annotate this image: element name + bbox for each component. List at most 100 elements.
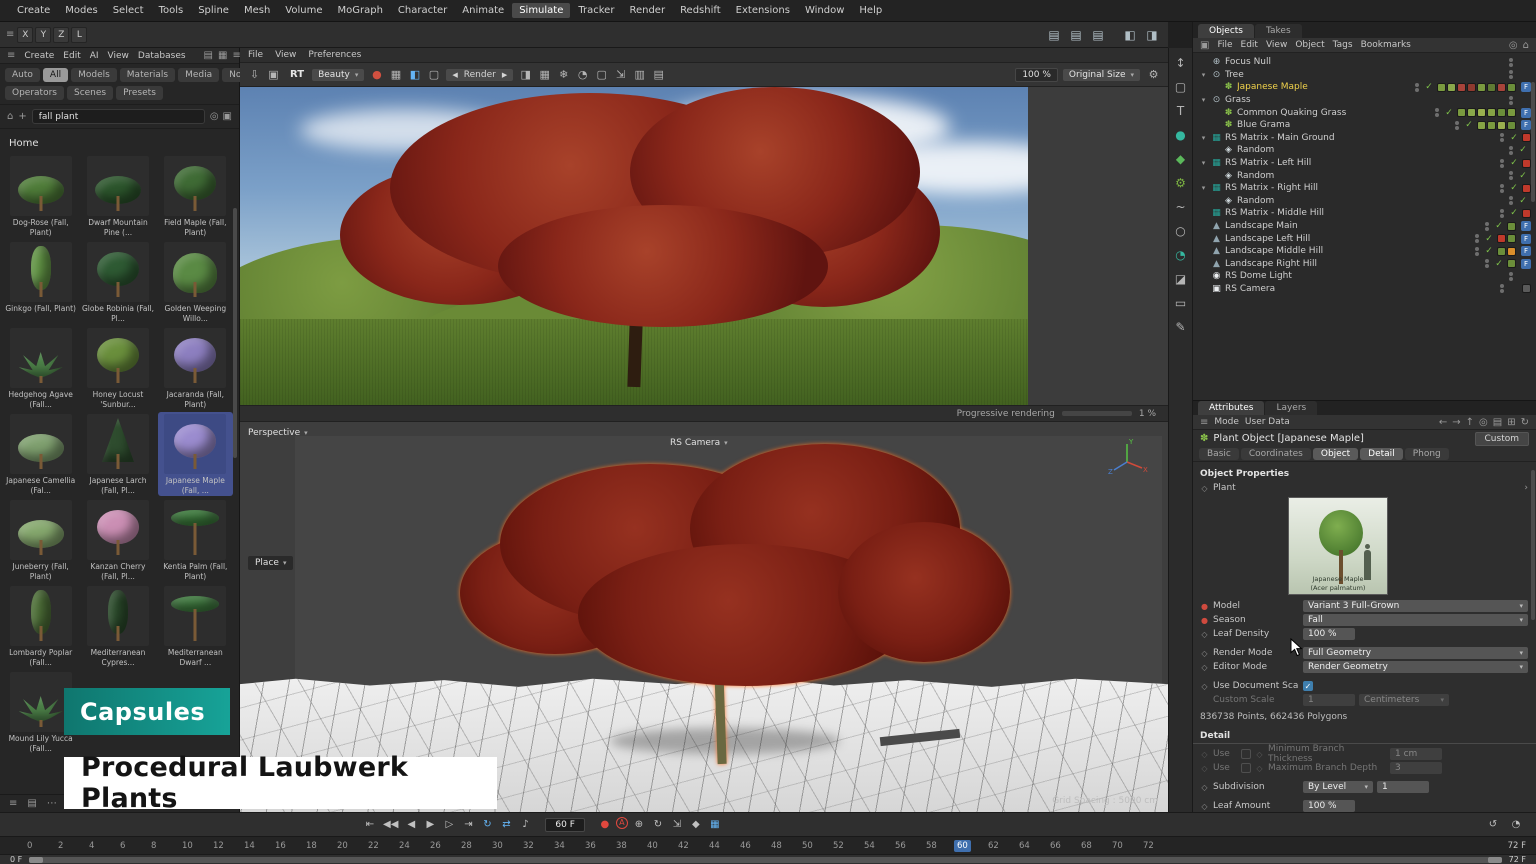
viewport-view-menu[interactable]: Perspective	[248, 428, 308, 438]
record-scale-button[interactable]: ⇲	[669, 817, 685, 833]
browser-menu-item[interactable]: View	[108, 51, 129, 61]
render-view-menu-item[interactable]: Preferences	[308, 50, 361, 60]
property-tab[interactable]: Phong	[1405, 448, 1449, 460]
frame-number[interactable]: 46	[737, 841, 768, 851]
enabled-check-icon[interactable]: ✓	[1509, 208, 1519, 218]
menu-item[interactable]: Spline	[191, 3, 236, 18]
frame-number[interactable]: 6	[117, 841, 148, 851]
render-view-icon[interactable]: ▤	[1044, 25, 1064, 45]
manager-menu-item[interactable]: Bookmarks	[1361, 40, 1411, 50]
prev-frame-button[interactable]: ◀	[403, 817, 419, 833]
plant-preview[interactable]: Japanese Maple(Acer palmatum)	[1288, 497, 1388, 595]
attributes-tab[interactable]: Layers	[1265, 401, 1317, 415]
material-tag[interactable]	[1467, 108, 1476, 117]
frame-number[interactable]: 30	[489, 841, 520, 851]
use-min-branch-checkbox[interactable]	[1241, 749, 1251, 759]
enabled-check-icon[interactable]: ✓	[1484, 246, 1494, 256]
frame-number[interactable]: 70	[1109, 841, 1140, 851]
max-branch-field[interactable]: 3	[1390, 762, 1442, 774]
sub-tab[interactable]: Presets	[116, 86, 163, 100]
field-tag-badge[interactable]: F	[1521, 246, 1531, 256]
field-tag-badge[interactable]: F	[1521, 82, 1531, 92]
goto-start-button[interactable]: ⇤	[362, 817, 378, 833]
sub-tab[interactable]: Operators	[5, 86, 64, 100]
circle-tool-icon[interactable]: ○	[1171, 221, 1191, 241]
object-label[interactable]: Landscape Main	[1225, 221, 1298, 231]
list-view-icon[interactable]: ▤	[204, 50, 213, 61]
visibility-toggles[interactable]	[1435, 108, 1439, 117]
object-label[interactable]: RS Matrix - Main Ground	[1225, 133, 1335, 143]
material-tag[interactable]	[1497, 108, 1506, 117]
sphere-tool-icon[interactable]: ●	[1171, 125, 1191, 145]
more-icon[interactable]: ⋯	[47, 798, 57, 809]
frame-number[interactable]: 44	[706, 841, 737, 851]
enabled-check-icon[interactable]: ✓	[1509, 183, 1519, 193]
frame-number[interactable]: 8	[148, 841, 179, 851]
object-tree-row[interactable]: ✽ Blue Grama ✓ F	[1193, 119, 1536, 132]
material-tag[interactable]	[1522, 209, 1531, 218]
plant-asset[interactable]: Dog-Rose (Fall, Plant)	[3, 154, 78, 238]
object-tree-row[interactable]: ◈ Random ✓ F	[1193, 144, 1536, 157]
browser-menu-item[interactable]: Databases	[138, 51, 186, 61]
plant-asset[interactable]: Kentia Palm (Fall, Plant)	[158, 498, 233, 582]
material-tag[interactable]	[1437, 83, 1446, 92]
visibility-toggles[interactable]	[1500, 209, 1504, 218]
axis-toggle[interactable]: L	[71, 27, 87, 43]
forward-icon[interactable]: →	[1452, 417, 1460, 428]
back-icon[interactable]: ←	[1439, 417, 1447, 428]
material-tag[interactable]	[1507, 247, 1516, 256]
mode-menu-icon[interactable]: ≡	[1200, 417, 1208, 428]
object-tree-row[interactable]: ◈ Random ✓ F	[1193, 169, 1536, 182]
plant-asset[interactable]: Japanese Maple (Fall, ...	[158, 412, 233, 496]
browser-menu-icon[interactable]: ≡	[7, 50, 15, 61]
enabled-check-icon[interactable]: ✓	[1509, 158, 1519, 168]
visibility-toggles[interactable]	[1509, 70, 1513, 79]
season-dropdown[interactable]: Fall	[1303, 614, 1528, 626]
spline-tool-icon[interactable]: ~	[1171, 197, 1191, 217]
record-dot-icon[interactable]: ●	[368, 66, 385, 83]
material-tag[interactable]	[1497, 83, 1506, 92]
visibility-toggles[interactable]	[1500, 159, 1504, 168]
toolbar-menu-icon[interactable]: ≡	[6, 29, 14, 40]
region-icon[interactable]: ▢	[593, 66, 610, 83]
material-tag[interactable]	[1497, 247, 1506, 256]
render-view-menu-item[interactable]: File	[248, 50, 263, 60]
motion-system-icon[interactable]: ↺	[1485, 817, 1501, 833]
material-tag[interactable]	[1477, 121, 1486, 130]
field-tag-badge[interactable]: F	[1521, 259, 1531, 269]
material-tag[interactable]	[1522, 159, 1531, 168]
filter-tab[interactable]: Materials	[120, 68, 175, 82]
range-slider[interactable]	[29, 857, 1501, 863]
menu-item[interactable]: Tools	[152, 3, 191, 18]
axis-toggle[interactable]: Y	[35, 27, 51, 43]
clock-icon[interactable]: ◔	[1508, 817, 1524, 833]
menu-item[interactable]: Modes	[58, 3, 104, 18]
filter-tab[interactable]: Auto	[5, 68, 40, 82]
enabled-check-icon[interactable]: ✓	[1494, 221, 1504, 231]
custom-button[interactable]: Custom	[1475, 432, 1529, 446]
object-tree-row[interactable]: ▾ ▦ RS Matrix - Main Ground ✓ F	[1193, 132, 1536, 145]
prev-snapshot-icon[interactable]: ◀	[452, 71, 457, 79]
select-frame-icon[interactable]: ▢	[1171, 77, 1191, 97]
swatch-grid-icon[interactable]: ▦	[387, 66, 404, 83]
frame-number[interactable]: 28	[458, 841, 489, 851]
frame-number[interactable]: 10	[179, 841, 210, 851]
filter-lock-icon[interactable]: ▣	[223, 111, 232, 122]
loop-button[interactable]: ↻	[479, 817, 495, 833]
cube-tool-icon[interactable]: ◪	[1171, 269, 1191, 289]
plant-asset[interactable]: Golden Weeping Willo...	[158, 240, 233, 324]
film-icon[interactable]: ▤	[650, 66, 667, 83]
sound-button[interactable]: ♪	[517, 817, 533, 833]
field-tag-badge[interactable]: F	[1521, 221, 1531, 231]
object-tree-row[interactable]: ▣ RS Camera F	[1193, 283, 1536, 296]
layout-a-icon[interactable]: ◧	[1120, 25, 1140, 45]
scroll-arrows-icon[interactable]: ↕	[1171, 53, 1191, 73]
prev-key-button[interactable]: ◀◀	[381, 817, 400, 833]
beauty-dropdown[interactable]: Beauty	[312, 69, 364, 81]
material-tag[interactable]	[1507, 234, 1516, 243]
material-tag[interactable]	[1497, 234, 1506, 243]
enabled-check-icon[interactable]: ✓	[1518, 145, 1528, 155]
object-label[interactable]: Tree	[1225, 70, 1244, 80]
record-position-button[interactable]: ⊕	[631, 817, 647, 833]
selected-maple-tree[interactable]	[460, 444, 1020, 774]
